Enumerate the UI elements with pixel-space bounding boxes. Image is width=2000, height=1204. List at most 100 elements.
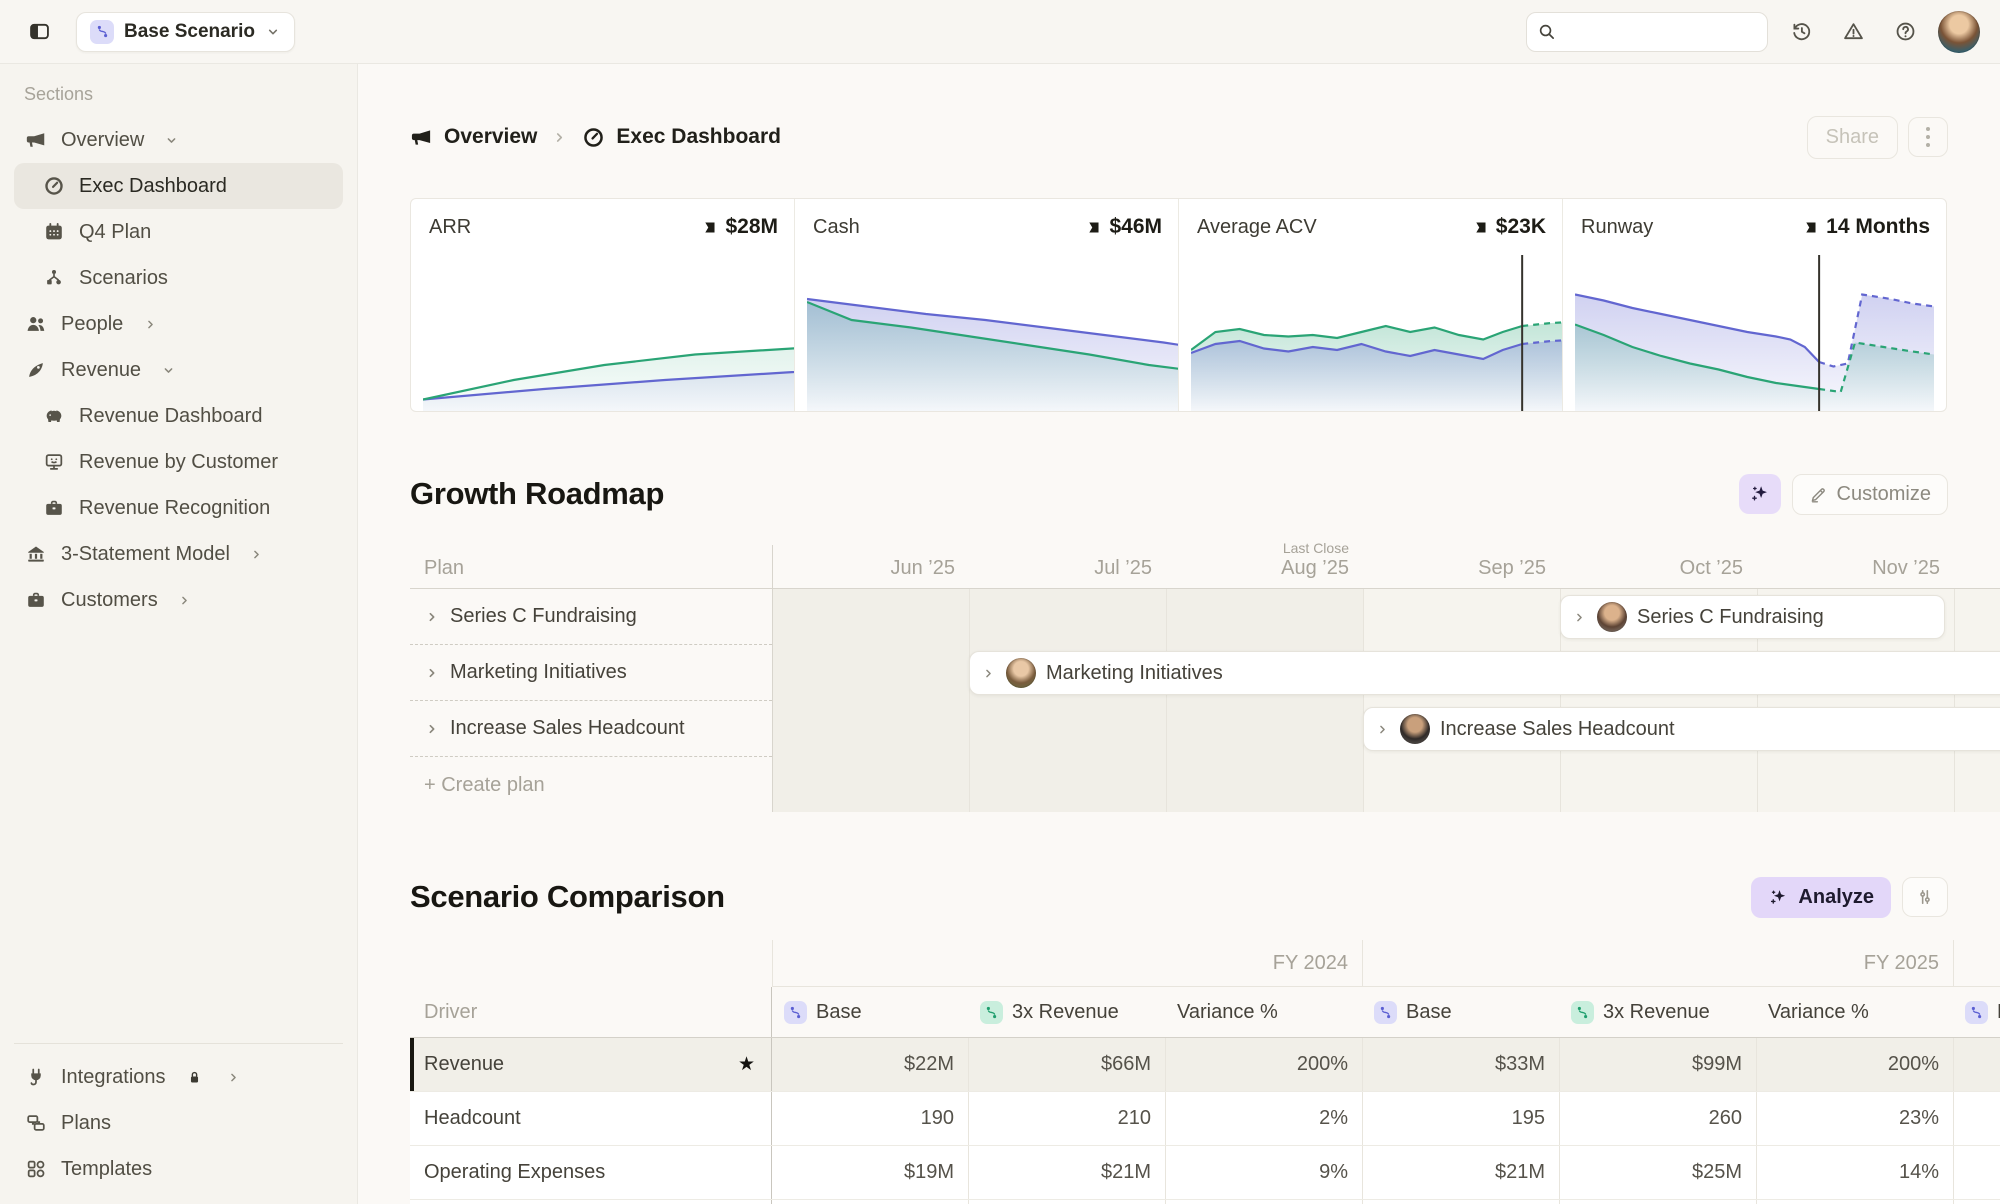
value-cell[interactable]: 210 bbox=[968, 1092, 1165, 1145]
column-header-base[interactable]: Base bbox=[772, 987, 968, 1037]
sidebar-item-overview[interactable]: Overview bbox=[14, 117, 343, 163]
plan-row-marketing-initiatives[interactable]: Marketing Initiatives bbox=[410, 645, 772, 701]
value-cell[interactable] bbox=[1953, 1038, 2000, 1091]
scenario-selector[interactable]: Base Scenario bbox=[76, 12, 295, 52]
piggy-bank-icon bbox=[42, 405, 66, 427]
plan-row-increase-sales-headcount[interactable]: Increase Sales Headcount bbox=[410, 701, 772, 757]
sidebar-item-revenue-dashboard[interactable]: Revenue Dashboard bbox=[14, 393, 343, 439]
scenarios-tree-icon bbox=[42, 267, 66, 289]
avatar bbox=[1400, 714, 1430, 744]
briefcase-icon bbox=[42, 497, 66, 519]
gantt-bar-marketing-initiatives[interactable]: Marketing Initiatives bbox=[969, 651, 2000, 695]
flag-banner-icon bbox=[1471, 219, 1488, 236]
column-header-base[interactable]: Base bbox=[1362, 987, 1559, 1037]
value-cell[interactable]: $66M bbox=[968, 1038, 1165, 1091]
history-button[interactable] bbox=[1782, 13, 1820, 51]
pencil-icon bbox=[1809, 485, 1828, 504]
column-header-3x-revenue[interactable]: 3x Revenue bbox=[1559, 987, 1756, 1037]
share-button[interactable]: Share bbox=[1807, 116, 1898, 159]
table-row-revenue[interactable]: Revenue★$22M$66M200%$33M$99M200% bbox=[410, 1038, 2000, 1092]
chevron-down-icon bbox=[156, 363, 180, 378]
gantt-bar-series-c-fundraising[interactable]: Series C Fundraising bbox=[1560, 595, 1945, 639]
value-cell[interactable]: 195 bbox=[1362, 1092, 1559, 1145]
value-cell[interactable]: 14% bbox=[1756, 1146, 1953, 1199]
value-cell[interactable]: $99M bbox=[1559, 1038, 1756, 1091]
sidebar-item-integrations[interactable]: Integrations bbox=[14, 1054, 343, 1100]
chevron-right-icon bbox=[981, 666, 996, 681]
breadcrumb: Overview Exec Dashboard bbox=[410, 125, 781, 149]
lock-icon bbox=[183, 1069, 207, 1086]
search-input[interactable] bbox=[1564, 20, 1757, 43]
value-cell[interactable]: 260 bbox=[1559, 1092, 1756, 1145]
search-box[interactable] bbox=[1526, 12, 1768, 52]
kpi-card-arr[interactable]: ARR $28M bbox=[411, 199, 794, 411]
sidebar-item-templates[interactable]: Templates bbox=[14, 1146, 343, 1192]
analyze-button[interactable]: Analyze bbox=[1751, 877, 1891, 918]
sidebar-item-people[interactable]: People bbox=[14, 301, 343, 347]
star-icon[interactable]: ★ bbox=[738, 1053, 755, 1076]
scenario-badge-icon bbox=[1965, 1001, 1988, 1024]
value-cell[interactable]: $21M bbox=[1362, 1146, 1559, 1199]
gantt-month-label: Last CloseAug ’25 bbox=[1166, 540, 1349, 580]
table-row-headcount[interactable]: Headcount1902102%19526023% bbox=[410, 1092, 2000, 1146]
alerts-button[interactable] bbox=[1834, 13, 1872, 51]
chevron-right-icon bbox=[424, 665, 440, 681]
column-header-variance[interactable]: Variance % bbox=[1165, 987, 1362, 1037]
table-row-operating-expenses[interactable]: Operating Expenses$19M$21M9%$21M$25M14% bbox=[410, 1146, 2000, 1200]
kpi-label: Cash bbox=[813, 216, 860, 239]
value-cell[interactable]: $33M bbox=[1362, 1038, 1559, 1091]
sidebar-item-customers[interactable]: Customers bbox=[14, 577, 343, 623]
gantt-bar-increase-sales-headcount[interactable]: Increase Sales Headcount bbox=[1363, 707, 2000, 751]
growth-roadmap-title: Growth Roadmap bbox=[410, 476, 664, 512]
kpi-card-average-acv[interactable]: Average ACV $23K bbox=[1178, 199, 1562, 411]
breadcrumb-exec-dashboard[interactable]: Exec Dashboard bbox=[582, 125, 781, 149]
sidebar-item-revenue-recognition[interactable]: Revenue Recognition bbox=[14, 485, 343, 531]
value-cell[interactable] bbox=[1953, 1092, 2000, 1145]
fiscal-year-group-label: FY 2024 bbox=[772, 940, 1362, 987]
value-cell[interactable]: 190 bbox=[772, 1092, 968, 1145]
sidebar-item-revenue-by-customer[interactable]: Revenue by Customer bbox=[14, 439, 343, 485]
kpi-value: $23K bbox=[1471, 215, 1546, 239]
value-cell[interactable]: 200% bbox=[1756, 1038, 1953, 1091]
kpi-card-runway[interactable]: Runway 14 Months bbox=[1562, 199, 1946, 411]
kpi-card-cash[interactable]: Cash $46M bbox=[794, 199, 1178, 411]
scenario-selector-label: Base Scenario bbox=[124, 21, 255, 43]
scenario-badge-icon bbox=[1571, 1001, 1594, 1024]
help-button[interactable] bbox=[1886, 13, 1924, 51]
customize-button[interactable]: Customize bbox=[1792, 474, 1948, 515]
more-options-button[interactable] bbox=[1908, 117, 1948, 157]
scenario-badge-icon bbox=[784, 1001, 807, 1024]
value-cell[interactable]: 23% bbox=[1756, 1092, 1953, 1145]
value-cell[interactable]: 9% bbox=[1165, 1146, 1362, 1199]
main-content: Overview Exec Dashboard Share ARR $28M bbox=[358, 64, 2000, 1204]
create-plan-button[interactable]: + Create plan bbox=[410, 757, 772, 812]
kpi-label: Runway bbox=[1581, 216, 1653, 239]
plan-row-series-c-fundraising[interactable]: Series C Fundraising bbox=[410, 589, 772, 645]
breadcrumb-overview[interactable]: Overview bbox=[410, 125, 537, 149]
sidebar-item-revenue[interactable]: Revenue bbox=[14, 347, 343, 393]
chevron-right-icon bbox=[424, 721, 440, 737]
sidebar-item-scenarios[interactable]: Scenarios bbox=[14, 255, 343, 301]
value-cell[interactable]: $21M bbox=[968, 1146, 1165, 1199]
value-cell[interactable]: 2% bbox=[1165, 1092, 1362, 1145]
sidebar-item-plans[interactable]: Plans bbox=[14, 1100, 343, 1146]
compare-settings-button[interactable] bbox=[1902, 877, 1948, 917]
value-cell[interactable]: 200% bbox=[1165, 1038, 1362, 1091]
sidebar-toggle-button[interactable] bbox=[20, 13, 58, 51]
sidebar-item-3-statement-model[interactable]: 3-Statement Model bbox=[14, 531, 343, 577]
value-cell[interactable] bbox=[1953, 1146, 2000, 1199]
column-header-3x-revenue[interactable]: 3x Revenue bbox=[968, 987, 1165, 1037]
value-cell[interactable]: $19M bbox=[772, 1146, 968, 1199]
scenario-badge-icon bbox=[90, 20, 114, 44]
sidebar-item-exec-dashboard[interactable]: Exec Dashboard bbox=[14, 163, 343, 209]
kpi-sparkline bbox=[1191, 253, 1550, 411]
flag-banner-icon bbox=[1801, 219, 1818, 236]
user-avatar[interactable] bbox=[1938, 11, 1980, 53]
sidebar-item-q4-plan[interactable]: Q4 Plan bbox=[14, 209, 343, 255]
value-cell[interactable]: $22M bbox=[772, 1038, 968, 1091]
table-group-header-row: FY 2024FY 2025 bbox=[410, 940, 2000, 987]
column-header-base[interactable]: Base bbox=[1953, 987, 2000, 1037]
column-header-variance[interactable]: Variance % bbox=[1756, 987, 1953, 1037]
ai-sparkle-button[interactable] bbox=[1739, 474, 1781, 514]
value-cell[interactable]: $25M bbox=[1559, 1146, 1756, 1199]
